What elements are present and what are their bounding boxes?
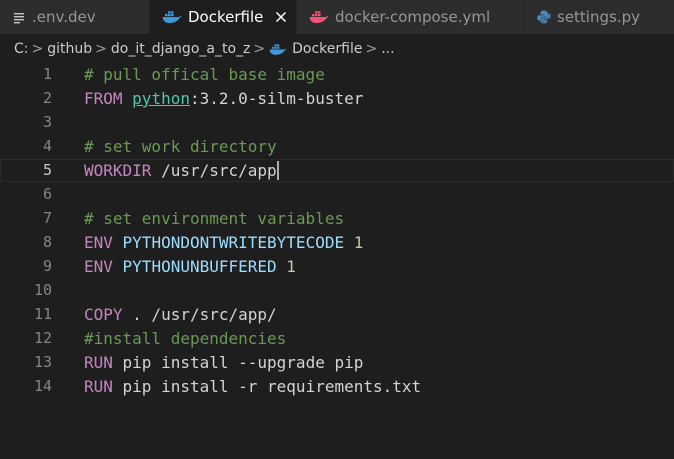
code-text: WORKDIR /usr/src/app — [84, 159, 279, 182]
line-number: 8 — [42, 233, 52, 251]
code-text: RUN pip install --upgrade pip — [84, 351, 363, 374]
code-token-comment: #install dependencies — [84, 329, 287, 348]
code-token-keyword: ENV — [84, 257, 113, 276]
code-token-keyword: FROM — [84, 89, 133, 108]
code-text: #install dependencies — [84, 327, 286, 350]
breadcrumb-item-dockerfile[interactable]: Dockerfile — [269, 41, 362, 57]
tab-docker-compose[interactable]: docker-compose.yml — [297, 0, 525, 34]
code-line[interactable]: 3 — [0, 111, 674, 134]
code-text: RUN pip install -r requirements.txt — [84, 375, 421, 398]
code-token-plain: pip install --upgrade pip — [112, 353, 364, 372]
breadcrumb-item-symbols[interactable]: ... — [381, 41, 394, 57]
code-line[interactable]: 2 FROM python:3.2.0-silm-buster — [0, 87, 674, 110]
line-number: 3 — [42, 113, 52, 131]
breadcrumb-item-project[interactable]: do_it_django_a_to_z — [111, 41, 251, 57]
code-text: # set work directory — [84, 135, 277, 158]
chevron-right-icon: > — [365, 41, 378, 57]
code-token-plain: pip install -r requirements.txt — [112, 377, 422, 396]
code-token-comment: # pull offical base image — [84, 65, 325, 84]
line-number: 7 — [42, 209, 52, 227]
tab-label: .env.dev — [32, 8, 96, 26]
code-token-comment: # set work directory — [84, 137, 277, 156]
lines-icon — [12, 10, 26, 24]
python-icon — [537, 10, 551, 24]
line-number: 13 — [33, 353, 52, 371]
breadcrumb-item-drive[interactable]: C: — [14, 41, 29, 57]
code-line[interactable]: 12 #install dependencies — [0, 327, 674, 350]
code-line[interactable]: 7 # set environment variables — [0, 207, 674, 230]
line-number: 1 — [42, 65, 52, 83]
tab-settings-py[interactable]: settings.py — [525, 0, 674, 34]
code-token-number: 1 — [276, 257, 296, 276]
code-line[interactable]: 9 ENV PYTHONUNBUFFERED 1 — [0, 255, 674, 278]
tab-env-dev[interactable]: .env.dev — [0, 0, 150, 34]
text-cursor — [276, 161, 279, 180]
code-token-plain: :3.2.0-silm-buster — [189, 89, 364, 108]
line-number: 12 — [33, 329, 52, 347]
chevron-right-icon: > — [253, 41, 266, 57]
chevron-right-icon: > — [95, 41, 107, 57]
tab-label: settings.py — [557, 8, 640, 26]
code-token-keyword: WORKDIR — [84, 161, 152, 180]
code-text: # pull offical base image — [84, 63, 325, 86]
editor-tab-bar: .env.dev Dockerfile docker-compose.yml s… — [0, 0, 674, 34]
docker-whale-icon — [162, 10, 182, 24]
code-line[interactable]: 4 # set work directory — [0, 135, 674, 158]
line-number: 9 — [42, 257, 52, 275]
breadcrumb-item-github[interactable]: github — [47, 41, 92, 57]
docker-whale-icon — [309, 10, 329, 24]
code-line[interactable]: 6 — [0, 183, 674, 206]
code-token-comment: # set environment variables — [84, 209, 345, 228]
code-token-image: python — [132, 89, 190, 108]
code-token-plain: . /usr/src/app/ — [122, 305, 277, 324]
code-editor[interactable]: 1 # pull offical base image 2 FROM python:3… — [0, 62, 674, 459]
tab-label: Dockerfile — [188, 8, 264, 26]
code-text: COPY . /usr/src/app/ — [84, 303, 277, 326]
code-line[interactable]: 5 WORKDIR /usr/src/app — [0, 159, 674, 182]
breadcrumb: C: > github > do_it_django_a_to_z > Dock… — [0, 37, 674, 61]
code-token-number: 1 — [344, 233, 364, 252]
code-token-var: PYTHONUNBUFFERED — [112, 257, 277, 276]
tab-dockerfile[interactable]: Dockerfile — [150, 0, 297, 34]
code-line[interactable]: 11 COPY . /usr/src/app/ — [0, 303, 674, 326]
code-token-keyword: RUN — [84, 377, 113, 396]
code-text: ENV PYTHONDONTWRITEBYTECODE 1 — [84, 231, 363, 254]
line-number: 4 — [42, 137, 52, 155]
code-text: # set environment variables — [84, 207, 344, 230]
line-number: 10 — [33, 281, 52, 299]
code-token-plain: /usr/src/app — [151, 161, 277, 180]
line-number: 14 — [33, 377, 52, 395]
breadcrumb-label: Dockerfile — [292, 41, 363, 57]
code-token-keyword: RUN — [84, 353, 113, 372]
close-icon[interactable] — [275, 11, 287, 23]
code-line[interactable]: 13 RUN pip install --upgrade pip — [0, 351, 674, 374]
code-token-keyword: COPY — [84, 305, 123, 324]
code-text: ENV PYTHONUNBUFFERED 1 — [84, 255, 296, 278]
code-line[interactable]: 8 ENV PYTHONDONTWRITEBYTECODE 1 — [0, 231, 674, 254]
code-line[interactable]: 14 RUN pip install -r requirements.txt — [0, 375, 674, 398]
code-token-keyword: ENV — [84, 233, 113, 252]
chevron-right-icon: > — [31, 41, 44, 57]
code-text: FROM python:3.2.0-silm-buster — [84, 87, 363, 110]
code-line[interactable]: 1 # pull offical base image — [0, 63, 674, 86]
line-number: 11 — [33, 305, 52, 323]
code-token-var: PYTHONDONTWRITEBYTECODE — [112, 233, 345, 252]
docker-whale-icon — [269, 43, 287, 56]
code-line[interactable]: 10 — [0, 279, 674, 302]
line-number: 6 — [42, 185, 52, 203]
line-number: 2 — [42, 89, 52, 107]
vscode-window: .env.dev Dockerfile docker-compose.yml s… — [0, 0, 674, 459]
line-number: 5 — [42, 161, 52, 179]
tab-label: docker-compose.yml — [335, 8, 491, 26]
